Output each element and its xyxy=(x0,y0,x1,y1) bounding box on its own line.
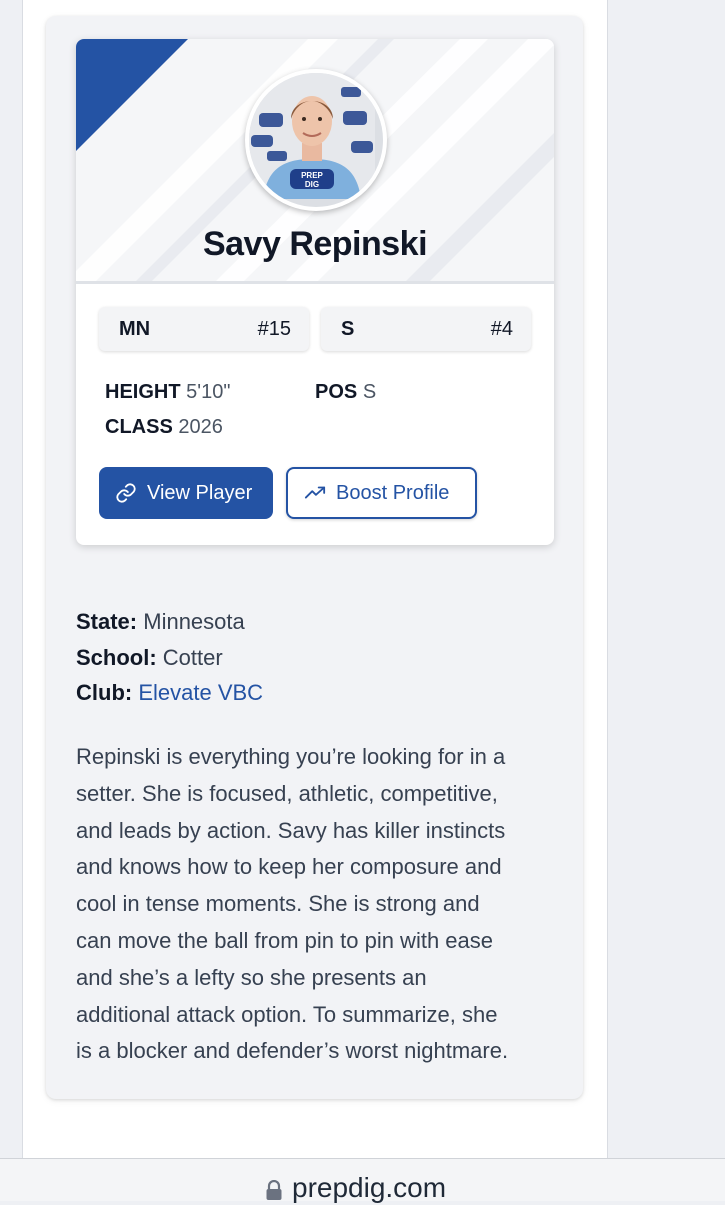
class-value: 2026 xyxy=(178,416,223,438)
chip-position-number: #4 xyxy=(490,318,513,340)
class-label: CLASS xyxy=(105,416,173,438)
height-value: 5'10" xyxy=(186,381,231,403)
class-stat: CLASS 2026 xyxy=(105,416,223,439)
height-stat: HEIGHT 5'10" xyxy=(105,381,230,404)
shirt-text-1: PREP xyxy=(301,171,323,180)
card-header: PREP DIG Savy Repinski xyxy=(76,39,554,281)
chip-state: MN xyxy=(119,318,151,340)
height-label: HEIGHT xyxy=(105,381,181,403)
state-label: State: xyxy=(76,609,138,634)
bio-line: and she’s a lefty so she presents an xyxy=(76,964,427,990)
pos-value: S xyxy=(362,381,377,403)
boost-profile-button[interactable]: Boost Profile xyxy=(286,467,477,519)
link-icon xyxy=(115,482,137,504)
bio-line: setter. She is focused, athletic, compet… xyxy=(76,780,498,806)
bio-line: cool in tense moments. She is strong and xyxy=(76,891,480,917)
position-stat: POS S xyxy=(315,381,376,404)
bio-line: is a blocker and defender’s worst nightm… xyxy=(76,1038,509,1064)
bio-line: can move the ball from pin to pin with e… xyxy=(76,927,494,953)
state-jersey-chip: MN #15 xyxy=(99,307,309,351)
bio-line: Repinski is everything you’re looking fo… xyxy=(76,744,506,769)
header-divider xyxy=(76,281,554,284)
player-name: Savy Repinski xyxy=(202,225,428,263)
view-player-label: View Player xyxy=(147,481,253,504)
club-label: Club: xyxy=(76,680,133,705)
browser-url[interactable]: prepdig.com xyxy=(292,1172,446,1204)
school-line: School: Cotter xyxy=(76,645,223,671)
view-player-button[interactable]: View Player xyxy=(99,467,273,519)
bio-line: additional attack option. To summarize, … xyxy=(76,1001,498,1027)
club-link[interactable]: Elevate VBC xyxy=(138,680,263,705)
shirt-text-2: DIG xyxy=(305,180,319,189)
position-number-chip: S #4 xyxy=(321,307,531,351)
bio-line: and knows how to keep her composure and xyxy=(76,854,502,880)
boost-profile-label: Boost Profile xyxy=(336,481,450,504)
club-line: Club: Elevate VBC xyxy=(76,680,263,706)
trending-up-icon xyxy=(304,482,326,504)
lock-icon xyxy=(265,1179,283,1205)
chip-jersey-number: #15 xyxy=(257,318,291,340)
pos-label: POS xyxy=(315,381,358,403)
player-summary-card: PREP DIG Savy Repinski MN #15 S #4 HEIGH… xyxy=(76,39,554,545)
school-label: School: xyxy=(76,645,157,670)
player-photo: PREP DIG xyxy=(245,69,387,211)
bio-line: and leads by action. Savy has killer ins… xyxy=(76,817,506,843)
school-value: Cotter xyxy=(162,645,223,670)
chip-position: S xyxy=(341,318,355,340)
state-value: Minnesota xyxy=(143,609,245,634)
state-line: State: Minnesota xyxy=(76,609,245,635)
player-bio: Repinski is everything you’re looking fo… xyxy=(76,739,566,1070)
